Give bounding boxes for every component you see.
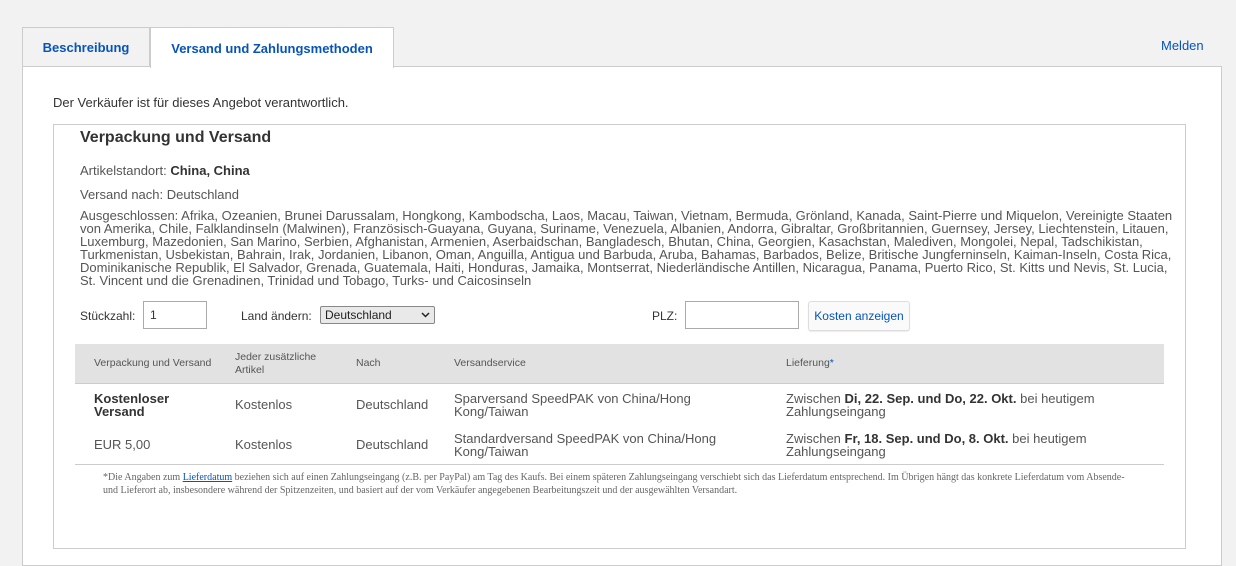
country-label: Land ändern: (241, 309, 312, 323)
row-delivery: Zwischen Di, 22. Sep. und Do, 22. Okt. b… (786, 392, 1126, 418)
header-delivery: Lieferung* (786, 357, 834, 370)
footnote-suffix: beziehen sich auf einen Zahlungseingang … (103, 472, 1125, 496)
row-each-additional: Kostenlos (235, 437, 293, 452)
tab-shipping-payment[interactable]: Versand und Zahlungsmethoden (150, 27, 394, 68)
row-cost: EUR 5,00 (94, 437, 151, 452)
report-link[interactable]: Melden (1161, 38, 1204, 53)
header-each-additional: Jeder zusätzliche Artikel (235, 351, 317, 376)
delivery-footnote: *Die Angaben zum Lieferdatum beziehen si… (75, 465, 1135, 497)
shipping-table: Verpackung und Versand Jeder zusätzliche… (75, 344, 1164, 497)
show-costs-button[interactable]: Kosten anzeigen (808, 301, 910, 331)
shipping-box: Verpackung und Versand Artikelstandort: … (53, 124, 1186, 549)
shipping-calculator: Stückzahl: Land ändern: Deutschland PLZ:… (80, 301, 1170, 331)
zip-input[interactable] (685, 301, 799, 329)
table-header: Verpackung und Versand Jeder zusätzliche… (75, 344, 1164, 384)
delivery-date-link[interactable]: Lieferdatum (183, 472, 232, 483)
header-delivery-label: Lieferung (786, 357, 830, 369)
item-location-label: Artikelstandort: (80, 163, 167, 178)
row-delivery: Zwischen Fr, 18. Sep. und Do, 8. Okt. be… (786, 432, 1126, 458)
ships-to: Versand nach: Deutschland (80, 187, 239, 202)
tab-description[interactable]: Beschreibung (22, 27, 150, 67)
row-service: Sparversand SpeedPAK von China/Hong Kong… (454, 391, 691, 419)
header-service: Versandservice (454, 357, 526, 369)
item-location-value: China, China (170, 163, 250, 178)
quantity-input[interactable] (143, 301, 207, 329)
country-select[interactable]: Deutschland (320, 306, 435, 324)
quantity-label: Stückzahl: (80, 309, 136, 323)
footnote-prefix: *Die Angaben zum (103, 472, 181, 483)
row-cost: Kostenloser Versand (94, 392, 214, 418)
delivery-footnote-link[interactable]: * (830, 357, 834, 369)
row-each-additional: Kostenlos (235, 397, 293, 412)
row-to: Deutschland (356, 437, 429, 452)
row-cost-value: Kostenloser Versand (94, 391, 170, 419)
excluded-locations: Ausgeschlossen: Afrika, Ozeanien, Brunei… (80, 208, 1173, 288)
seller-responsibility-note: Der Verkäufer ist für dieses Angebot ver… (53, 95, 349, 110)
chevron-down-icon (421, 312, 430, 318)
header-to: Nach (356, 357, 381, 369)
row-service: Standardversand SpeedPAK von China/Hong … (454, 431, 717, 459)
country-select-value: Deutschland (325, 308, 392, 322)
table-row: Kostenloser Versand Kostenlos Deutschlan… (75, 384, 1164, 424)
shipping-title: Verpackung und Versand (80, 129, 272, 146)
table-row: EUR 5,00 Kostenlos Deutschland Standardv… (75, 424, 1164, 464)
item-location: Artikelstandort: China, China (80, 163, 250, 178)
row-to: Deutschland (356, 397, 429, 412)
zip-label: PLZ: (652, 309, 678, 323)
tab-panel: Der Verkäufer ist für dieses Angebot ver… (22, 66, 1222, 566)
tab-bar: Beschreibung Versand und Zahlungsmethode… (22, 27, 394, 68)
header-cost: Verpackung und Versand (94, 357, 212, 369)
